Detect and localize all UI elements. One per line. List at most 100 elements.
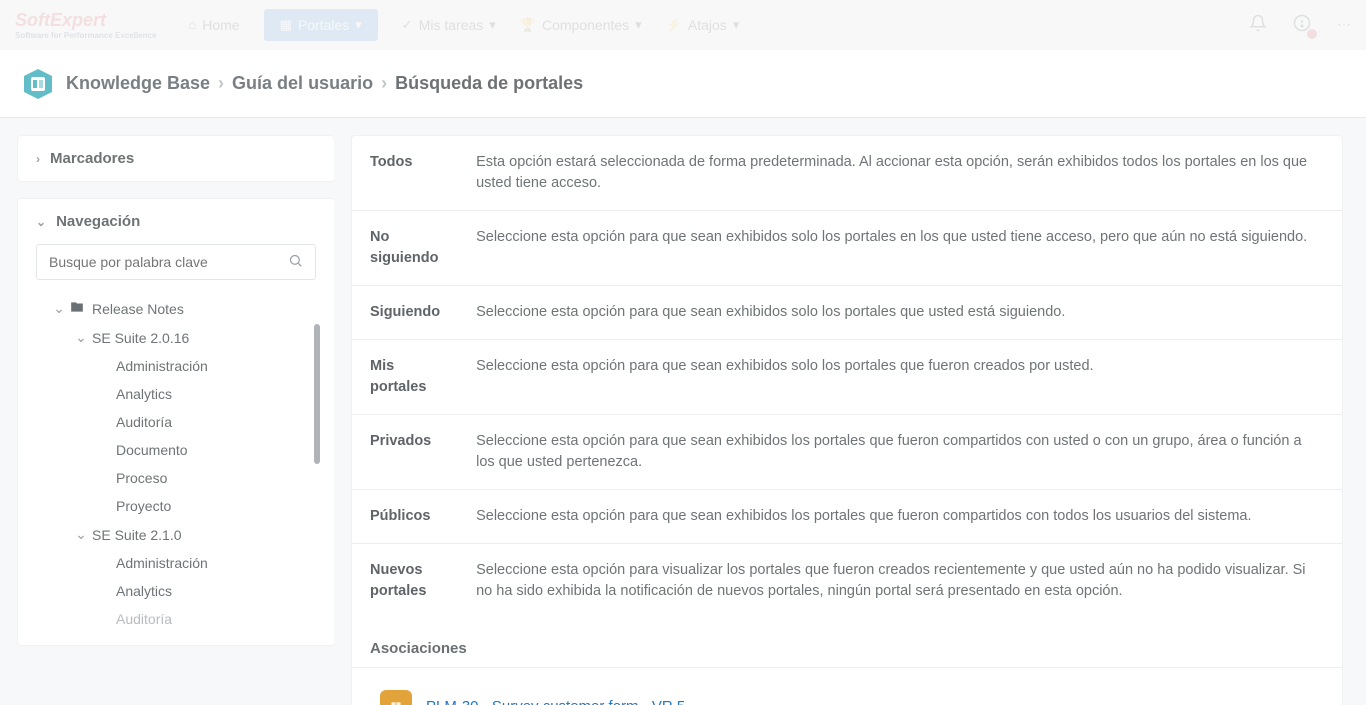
tree-item-release-notes[interactable]: ⌄ Release Notes [18, 294, 334, 323]
trophy-icon: 🏆 [520, 17, 536, 33]
table-row: PúblicosSeleccione esta opción para que … [352, 490, 1342, 544]
content-card: TodosEsta opción estará seleccionada de … [352, 136, 1342, 705]
tree-label: Administración [116, 555, 208, 571]
nav-panel: ⌄ Navegación ⌄ Release Notes [18, 199, 334, 645]
nav-label: Mis tareas [419, 17, 484, 33]
bell-icon[interactable] [1249, 14, 1267, 35]
chevron-down-icon: ▾ [635, 17, 642, 33]
tree-label: Analytics [116, 583, 172, 599]
options-table: TodosEsta opción estará seleccionada de … [352, 136, 1342, 618]
sidebar: › Marcadores ⌄ Navegación ⌄ [0, 118, 334, 705]
chevron-down-icon: ⌄ [36, 215, 46, 229]
search-box [36, 244, 316, 280]
opt-label: Públicos [352, 490, 458, 544]
tree-item-v210[interactable]: ⌄ SE Suite 2.1.0 [18, 520, 334, 549]
nav-portales[interactable]: ▦ Portales ▾ [264, 9, 378, 41]
main-content: TodosEsta opción estará seleccionada de … [334, 118, 1366, 705]
chevron-down-icon: ▾ [489, 17, 496, 33]
chevron-down-icon: ⌄ [74, 329, 88, 346]
nav-atajos[interactable]: ⚡ Atajos ▾ [666, 17, 740, 33]
tree-item[interactable]: Administración [18, 549, 334, 577]
tree-label: Administración [116, 358, 208, 374]
association-link[interactable]: PLM-30 - Survey customer form - VR 5 [426, 698, 685, 705]
tree-label: Proyecto [116, 498, 171, 514]
tree-label: Release Notes [92, 301, 184, 317]
tree-item[interactable]: Analytics [18, 577, 334, 605]
nav-label: Atajos [688, 17, 727, 33]
opt-desc: Seleccione esta opción para que sean exh… [458, 286, 1342, 340]
bookmarks-panel: › Marcadores [18, 136, 334, 181]
search-icon[interactable] [288, 253, 303, 271]
opt-desc: Seleccione esta opción para visualizar l… [458, 544, 1342, 619]
tree-item[interactable]: Administración [18, 352, 334, 380]
table-row: No siguiendoSeleccione esta opción para … [352, 211, 1342, 286]
tree-label: Proceso [116, 470, 167, 486]
opt-label: Todos [352, 136, 458, 211]
home-icon: ⌂ [188, 17, 196, 32]
opt-desc: Seleccione esta opción para que sean exh… [458, 340, 1342, 415]
opt-desc: Esta opción estará seleccionada de forma… [458, 136, 1342, 211]
tree-label: Auditoría [116, 414, 172, 430]
breadcrumb-mid[interactable]: Guía del usuario [232, 73, 373, 94]
scrollbar-thumb[interactable] [314, 324, 320, 464]
opt-label: Siguiendo [352, 286, 458, 340]
nav-tree: ⌄ Release Notes ⌄ SE Suite 2.0.16 Admini… [18, 290, 334, 645]
tree-item[interactable]: Documento [18, 436, 334, 464]
nav-label: Portales [298, 17, 349, 33]
tree-label: Analytics [116, 386, 172, 402]
top-nav: SoftExpert Software for Performance Exce… [0, 0, 1366, 50]
nav-label: Home [202, 17, 239, 33]
chevron-down-icon: ⌄ [74, 526, 88, 543]
kb-icon [22, 68, 54, 100]
bookmarks-title: Marcadores [50, 150, 134, 167]
more-icon[interactable]: ⋯ [1337, 16, 1351, 33]
tree-label: Auditoría [116, 611, 172, 627]
chevron-down-icon: ⌄ [52, 300, 66, 317]
tree-item[interactable]: Auditoría [18, 408, 334, 436]
tree-item[interactable]: Proyecto [18, 492, 334, 520]
chevron-down-icon: ▾ [355, 17, 362, 33]
brand-logo-sub: Software for Performance Excellence [15, 31, 156, 40]
tree-label: SE Suite 2.0.16 [92, 330, 189, 346]
opt-desc: Seleccione esta opción para que sean exh… [458, 211, 1342, 286]
form-icon [380, 690, 412, 705]
tree-label: SE Suite 2.1.0 [92, 527, 182, 543]
nav-header[interactable]: ⌄ Navegación [18, 199, 334, 244]
breadcrumb: Knowledge Base › Guía del usuario › Búsq… [66, 73, 583, 94]
opt-label: No siguiendo [352, 211, 458, 286]
brand-logo: SoftExpert Software for Performance Exce… [15, 10, 156, 40]
check-icon: ✓ [402, 17, 413, 33]
opt-label: Mis portales [352, 340, 458, 415]
nav-title: Navegación [56, 213, 140, 230]
tree-item-v2016[interactable]: ⌄ SE Suite 2.0.16 [18, 323, 334, 352]
alert-icon[interactable] [1293, 14, 1311, 35]
tree-label: Documento [116, 442, 188, 458]
search-input[interactable] [49, 254, 288, 270]
table-row: SiguiendoSeleccione esta opción para que… [352, 286, 1342, 340]
breadcrumb-bar: Knowledge Base › Guía del usuario › Búsq… [0, 50, 1366, 118]
tree-item[interactable]: Analytics [18, 380, 334, 408]
tree-item[interactable]: Auditoría [18, 605, 334, 633]
table-row: Mis portalesSeleccione esta opción para … [352, 340, 1342, 415]
brand-logo-text: SoftExpert [15, 10, 106, 30]
breadcrumb-root[interactable]: Knowledge Base [66, 73, 210, 94]
chevron-right-icon: › [218, 73, 224, 94]
nav-label: Componentes [542, 17, 629, 33]
opt-label: Privados [352, 415, 458, 490]
nav-componentes[interactable]: 🏆 Componentes ▾ [520, 17, 642, 33]
grid-icon: ▦ [280, 17, 292, 33]
association-item: PLM-30 - Survey customer form - VR 5 [352, 690, 1342, 705]
folder-icon [70, 300, 84, 317]
chevron-right-icon: › [36, 152, 40, 166]
table-row: PrivadosSeleccione esta opción para que … [352, 415, 1342, 490]
bookmarks-header[interactable]: › Marcadores [18, 136, 334, 181]
opt-desc: Seleccione esta opción para que sean exh… [458, 415, 1342, 490]
chevron-right-icon: › [381, 73, 387, 94]
nav-mis-tareas[interactable]: ✓ Mis tareas ▾ [402, 17, 496, 33]
associations-title: Asociaciones [352, 618, 1342, 668]
bolt-icon: ⚡ [666, 17, 682, 33]
nav-home[interactable]: ⌂ Home [188, 17, 239, 33]
chevron-down-icon: ▾ [733, 17, 740, 33]
table-row: Nuevos portalesSeleccione esta opción pa… [352, 544, 1342, 619]
tree-item[interactable]: Proceso [18, 464, 334, 492]
